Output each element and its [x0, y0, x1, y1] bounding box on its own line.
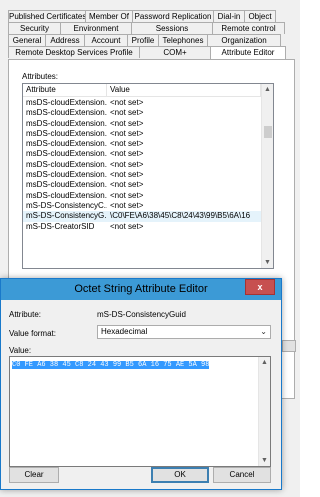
table-row[interactable]: msDS-cloudExtension... <not set> — [23, 170, 261, 180]
attribute-value-cell: <not set> — [110, 190, 144, 200]
attribute-name-cell: msDS-cloudExtension... — [26, 98, 107, 107]
table-row[interactable]: msDS-cloudExtension... <not set> — [23, 191, 261, 201]
scroll-down-icon[interactable]: ▼ — [262, 257, 273, 268]
tab-general[interactable]: General — [8, 34, 46, 46]
close-icon: x — [257, 282, 263, 292]
tab-row-4: Remote Desktop Services Profile COM+ Att… — [0, 46, 300, 59]
ok-button[interactable]: OK — [151, 467, 209, 483]
table-row[interactable]: msDS-cloudExtension... <not set> — [23, 180, 261, 190]
table-row[interactable]: mS-DS-CreatorSID <not set> — [23, 222, 261, 232]
tab-environment[interactable]: Environment — [60, 22, 132, 34]
tab-password-replication[interactable]: Password Replication — [132, 10, 214, 22]
list-header: Attribute Value — [23, 84, 261, 97]
attribute-name-cell: msDS-cloudExtension... — [26, 149, 107, 159]
tab-published-certificates[interactable]: Published Certificates — [8, 10, 86, 22]
value-format-selected: Hexadecimal — [101, 327, 148, 336]
attributes-list[interactable]: Attribute Value msDS-cloudExtension... <n… — [22, 83, 274, 269]
attribute-value-cell: <not set> — [110, 221, 144, 231]
attribute-value-cell: <not set> — [110, 139, 144, 149]
attribute-value-cell: <not set> — [110, 149, 144, 159]
attributes-scrollbar[interactable]: ▲ ▼ — [261, 84, 273, 268]
table-row[interactable]: mS-DS-ConsistencyC... <not set> — [23, 201, 261, 211]
attribute-value-cell: <not set> — [110, 159, 144, 169]
list-rows: msDS-cloudExtension... <not set> msDS-clou… — [23, 98, 261, 232]
attribute-value-cell: <not set> — [110, 118, 144, 128]
octet-string-editor-dialog: Octet String Attribute Editor x Attribut… — [0, 278, 282, 490]
attribute-value-cell: \C0\FE\A6\38\45\C8\24\43\99\B5\6A\16 — [110, 211, 251, 221]
table-row[interactable]: msDS-cloudExtension... <not set> — [23, 108, 261, 118]
attributes-label: Attributes: — [22, 72, 59, 81]
tab-profile[interactable]: Profile — [127, 34, 159, 46]
value-format-label: Value format: — [9, 329, 56, 338]
attribute-name-cell: msDS-cloudExtension... — [26, 159, 107, 169]
clear-button[interactable]: Clear — [9, 467, 59, 483]
attribute-name-cell: msDS-cloudExtension... — [26, 108, 107, 118]
table-row[interactable]: msDS-cloudExtension... <not set> — [23, 139, 261, 149]
table-row[interactable]: msDS-cloudExtension... <not set> — [23, 129, 261, 139]
background-button-edge — [282, 340, 296, 352]
attribute-name-cell: mS-DS-ConsistencyC... — [26, 200, 107, 210]
attribute-name-cell: msDS-cloudExtension... — [26, 170, 107, 180]
attribute-value-cell: <not set> — [110, 128, 144, 138]
scroll-thumb[interactable] — [264, 126, 272, 138]
attribute-value-cell: <not set> — [110, 170, 144, 180]
attribute-value-cell: <not set> — [110, 180, 144, 190]
value-format-select[interactable]: Hexadecimal ⌄ — [97, 325, 271, 339]
tab-remote-desktop-services-profile[interactable]: Remote Desktop Services Profile — [8, 46, 140, 58]
value-label: Value: — [9, 346, 32, 355]
attribute-value-cell: <not set> — [110, 108, 144, 118]
table-row[interactable]: msDS-cloudExtension... <not set> — [23, 160, 261, 170]
dialog-title: Octet String Attribute Editor — [74, 283, 208, 295]
attribute-value-cell: <not set> — [110, 200, 144, 210]
attribute-name-cell: msDS-cloudExtension... — [26, 139, 107, 149]
chevron-down-icon: ⌄ — [260, 327, 267, 336]
value-text: C0 FE A6 38 45 C8 24 43 99 B5 6A 16 75 A… — [12, 361, 210, 369]
table-row[interactable]: mS-DS-ConsistencyG... \C0\FE\A6\38\45\C8\… — [23, 211, 261, 222]
scroll-down-icon[interactable]: ▼ — [259, 455, 270, 466]
attribute-name-cell: msDS-cloudExtension... — [26, 190, 107, 200]
table-row[interactable]: msDS-cloudExtension... <not set> — [23, 119, 261, 129]
attribute-label: Attribute: — [9, 310, 42, 319]
column-header-value[interactable]: Value — [107, 84, 261, 96]
tab-attribute-editor[interactable]: Attribute Editor — [210, 46, 286, 59]
tab-row-1: Published Certificates Member Of Passwor… — [0, 10, 300, 22]
column-header-attribute[interactable]: Attribute — [23, 84, 107, 96]
table-row[interactable]: msDS-cloudExtension... <not set> — [23, 98, 261, 108]
attribute-value-cell: <not set> — [110, 98, 144, 107]
cancel-button[interactable]: Cancel — [213, 467, 271, 483]
tab-organization[interactable]: Organization — [207, 34, 281, 46]
tab-com-plus[interactable]: COM+ — [139, 46, 211, 58]
table-row[interactable]: msDS-cloudExtension... <not set> — [23, 149, 261, 159]
tab-sessions[interactable]: Sessions — [131, 22, 213, 34]
value-textarea[interactable]: C0 FE A6 38 45 C8 24 43 99 B5 6A 16 75 A… — [9, 356, 271, 467]
attribute-name-cell: msDS-cloudExtension... — [26, 118, 107, 128]
value-scrollbar[interactable]: ▲ ▼ — [258, 357, 270, 466]
tab-dial-in[interactable]: Dial-in — [213, 10, 245, 22]
attribute-name-cell: msDS-cloudExtension... — [26, 128, 107, 138]
scroll-up-icon[interactable]: ▲ — [262, 84, 273, 95]
tab-address[interactable]: Address — [45, 34, 85, 46]
attribute-name-value: mS-DS-ConsistencyGuid — [97, 310, 186, 319]
title-bar[interactable]: Octet String Attribute Editor x — [1, 279, 281, 300]
tab-row-2: Security Environment Sessions Remote con… — [0, 22, 300, 34]
tab-row-3: General Address Account Profile Telephon… — [0, 34, 300, 46]
tab-telephones[interactable]: Telephones — [158, 34, 208, 46]
tab-security[interactable]: Security — [8, 22, 61, 34]
scroll-up-icon[interactable]: ▲ — [259, 357, 270, 368]
attribute-name-cell: msDS-cloudExtension... — [26, 180, 107, 190]
tab-object[interactable]: Object — [244, 10, 276, 22]
tab-member-of[interactable]: Member Of — [85, 10, 133, 22]
attribute-name-cell: mS-DS-CreatorSID — [26, 221, 95, 231]
tab-remote-control[interactable]: Remote control — [212, 22, 285, 34]
close-button[interactable]: x — [245, 279, 275, 295]
attribute-name-cell: mS-DS-ConsistencyG... — [26, 211, 107, 221]
tab-account[interactable]: Account — [84, 34, 128, 46]
